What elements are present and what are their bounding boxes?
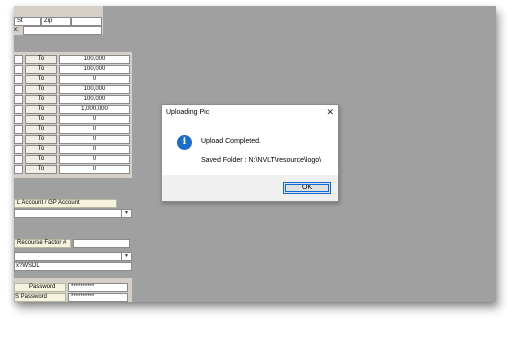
password-label: Password: [14, 283, 66, 292]
range-to-field[interactable]: 100,000: [59, 65, 130, 74]
wsdl-url-field[interactable]: x?WSDL: [14, 262, 132, 271]
dialog-footer: OK: [162, 175, 338, 201]
dialog-title: Uploading Pic: [166, 109, 210, 116]
zip-field[interactable]: [71, 17, 102, 26]
upload-dialog: Uploading Pic ✕ i Upload Completed. Save…: [161, 104, 339, 202]
background-form: St Zip x: To 100,000 To 100,000 To 0 To 100,000…: [14, 6, 132, 302]
account-label: L Account / GP Account: [14, 199, 117, 208]
range-from-field[interactable]: [14, 135, 23, 144]
range-from-field[interactable]: [14, 155, 23, 164]
range-to-field[interactable]: 0: [59, 115, 130, 124]
range-from-field[interactable]: [14, 95, 23, 104]
header-second-label: x:: [14, 27, 19, 33]
range-to-label: To: [25, 155, 57, 164]
saved-folder-text: Saved Folder : N:\NVLT\resource\logo\: [201, 157, 322, 164]
range-from-field[interactable]: [14, 55, 23, 64]
s-password-field[interactable]: **********: [68, 293, 128, 302]
range-to-label: To: [25, 165, 57, 174]
range-from-field[interactable]: [14, 75, 23, 84]
range-to-label: To: [25, 105, 57, 114]
range-to-label: To: [25, 115, 57, 124]
range-to-field[interactable]: 0: [59, 135, 130, 144]
range-to-field[interactable]: 0: [59, 145, 130, 154]
range-from-field[interactable]: [14, 105, 23, 114]
zip-label: Zip: [41, 17, 71, 26]
range-from-field[interactable]: [14, 85, 23, 94]
s-password-label: S Password: [14, 293, 66, 302]
range-to-field[interactable]: 1,000,000: [59, 105, 130, 114]
password-field[interactable]: **********: [68, 283, 128, 292]
range-to-field[interactable]: 100,000: [59, 95, 130, 104]
recourse-factor-label: Recourse Factor #: [14, 239, 71, 248]
ok-button[interactable]: OK: [283, 182, 331, 194]
app-window: St Zip x: To 100,000 To 100,000 To 0 To 100,000…: [14, 6, 496, 302]
chevron-down-icon[interactable]: ▼: [121, 210, 131, 217]
header-second-field[interactable]: [23, 26, 102, 35]
range-to-label: To: [25, 125, 57, 134]
state-field[interactable]: St: [14, 17, 41, 26]
range-to-label: To: [25, 145, 57, 154]
recourse-factor-field[interactable]: [73, 239, 130, 248]
range-from-field[interactable]: [14, 115, 23, 124]
range-to-field[interactable]: 0: [59, 75, 130, 84]
secondary-dropdown[interactable]: ▼: [14, 252, 132, 261]
info-icon: i: [177, 135, 192, 150]
chevron-down-icon[interactable]: ▼: [121, 253, 131, 260]
range-from-field[interactable]: [14, 145, 23, 154]
range-to-field[interactable]: 100,000: [59, 55, 130, 64]
range-to-label: To: [25, 55, 57, 64]
range-to-field[interactable]: 0: [59, 125, 130, 134]
range-from-field[interactable]: [14, 125, 23, 134]
range-to-field[interactable]: 100,000: [59, 85, 130, 94]
range-to-field[interactable]: 0: [59, 155, 130, 164]
range-to-label: To: [25, 95, 57, 104]
dialog-message: Upload Completed.: [201, 138, 261, 145]
range-to-label: To: [25, 85, 57, 94]
range-to-label: To: [25, 135, 57, 144]
range-to-label: To: [25, 65, 57, 74]
range-to-label: To: [25, 75, 57, 84]
range-to-field[interactable]: 0: [59, 165, 130, 174]
account-dropdown[interactable]: ▼: [14, 209, 132, 218]
close-icon[interactable]: ✕: [326, 107, 334, 118]
range-from-field[interactable]: [14, 165, 23, 174]
range-from-field[interactable]: [14, 65, 23, 74]
